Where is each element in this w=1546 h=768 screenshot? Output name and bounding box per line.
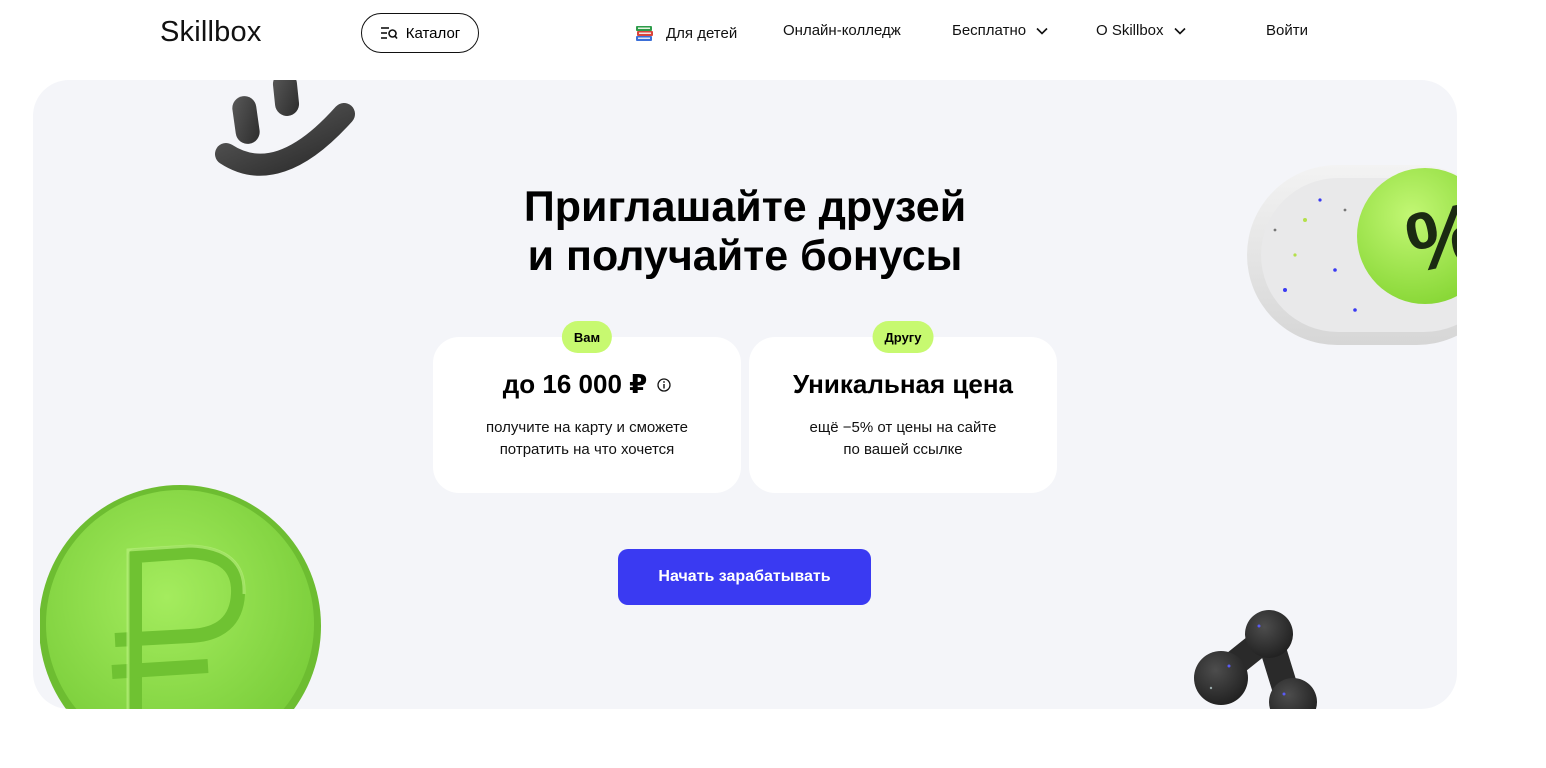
hero-title: Приглашайте друзей и получайте бонусы [33,183,1457,281]
login-label: Войти [1266,22,1308,39]
nav-college-label: Онлайн-колледж [783,22,901,39]
logo[interactable]: Skillbox [160,16,262,49]
nav-about-label: О Skillbox [1096,22,1164,39]
login-link[interactable]: Войти [1266,22,1308,39]
catalog-search-icon [380,27,398,39]
badge-you: Вам [561,321,613,353]
hero-section: % Приглашайте друзей и получайте бонусы … [33,80,1457,709]
share-icon [1194,610,1317,709]
unique-price: Уникальная цена [792,369,1013,399]
site-header: Skillbox Каталог Для детей Онлайн-коллед… [0,0,1546,66]
chevron-down-icon [1173,27,1186,35]
nav-free[interactable]: Бесплатно [952,22,1048,39]
nav-college[interactable]: Онлайн-колледж [783,22,901,39]
card-value-you: до 16 000 ₽ [433,369,741,400]
catalog-button[interactable]: Каталог [361,13,479,53]
nav-free-label: Бесплатно [952,22,1027,39]
nav-kids-label: Для детей [666,24,738,42]
bonus-card-friend: Другу Уникальная цена ещё −5% от цены на… [749,321,1057,493]
bonus-amount: до 16 000 ₽ [502,369,648,399]
catalog-label: Каталог [405,24,461,42]
card-desc-you-line-1: получите на карту и сможете [486,419,688,436]
badge-friend: Другу [872,321,934,353]
nav-kids[interactable]: Для детей [634,22,737,44]
info-icon[interactable] [657,377,671,392]
ruble-coin-icon [40,485,321,709]
smiley-icon [215,80,355,176]
card-value-friend: Уникальная цена [749,369,1057,400]
card-desc-you-line-2: потратить на что хочется [499,441,675,458]
card-desc-you: получите на карту и сможете потратить на… [433,417,741,461]
bonus-card-you: Вам до 16 000 ₽ получите на карту и смож… [433,321,741,493]
hero-title-line-1: Приглашайте друзей [523,183,967,231]
books-icon [636,26,653,41]
card-desc-friend-line-1: ещё −5% от цены на сайте [809,419,997,436]
chevron-down-icon [1036,27,1048,35]
card-desc-friend: ещё −5% от цены на сайте по вашей ссылке [749,417,1057,461]
nav-about[interactable]: О Skillbox [1096,22,1186,39]
start-earning-button[interactable]: Начать зарабатывать [618,549,871,605]
card-desc-friend-line-2: по вашей ссылке [843,441,963,458]
hero-title-line-2: и получайте бонусы [527,232,963,280]
